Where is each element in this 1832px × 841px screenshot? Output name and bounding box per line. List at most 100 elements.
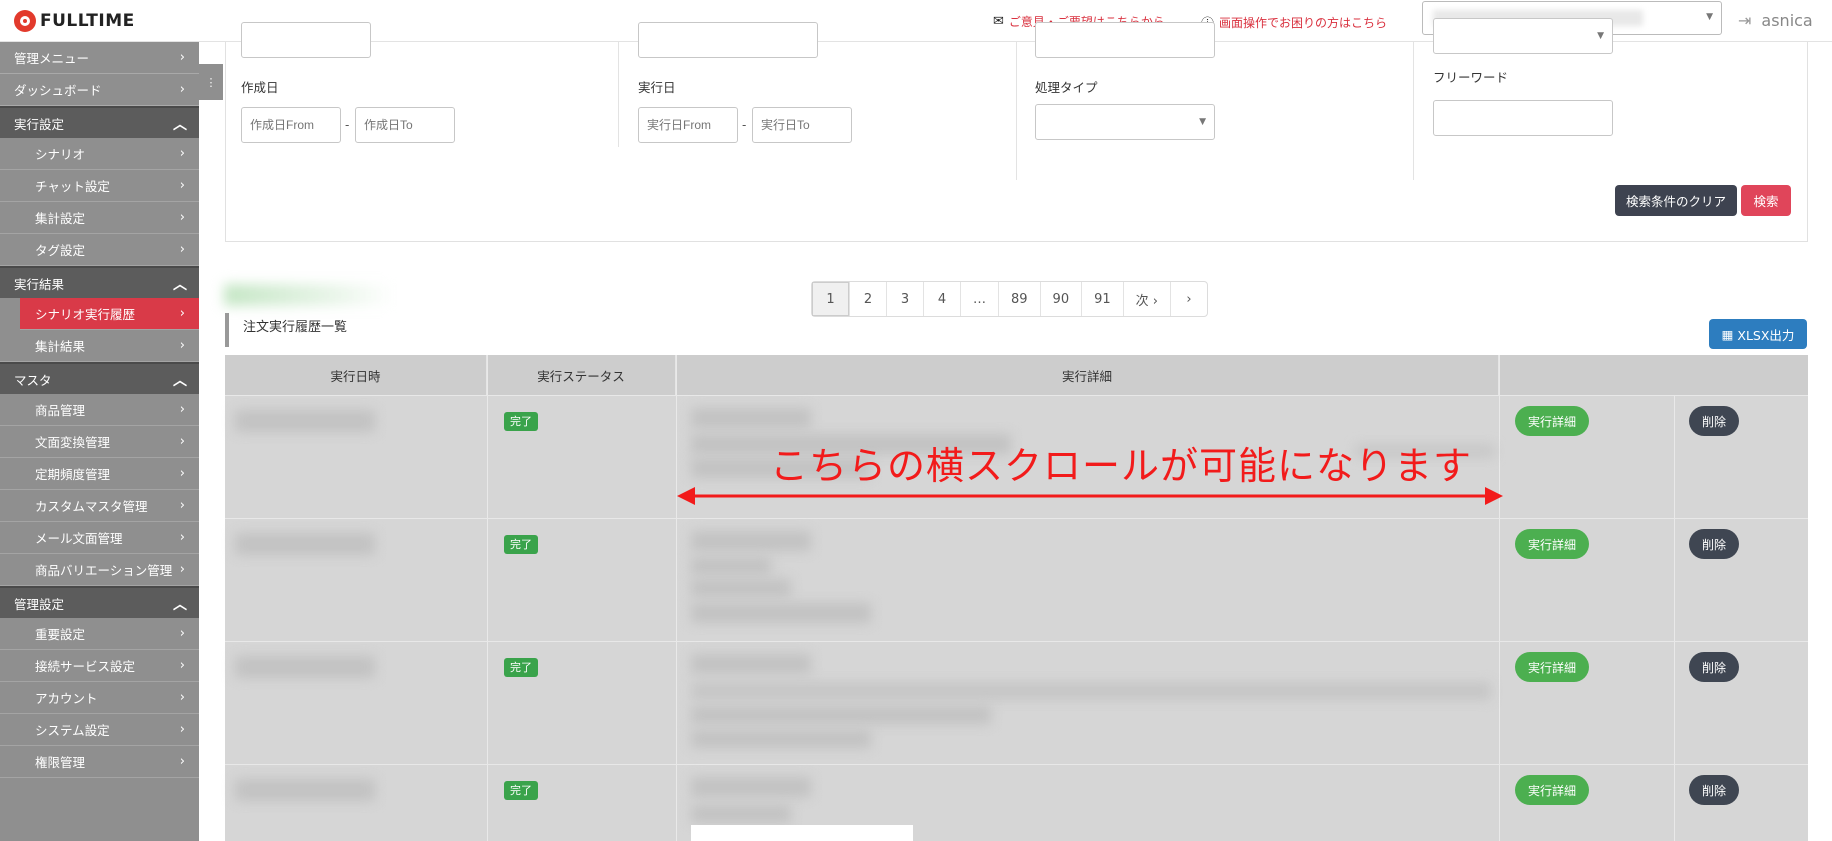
filter-column-divider [618, 42, 619, 147]
sidebar-item-mail-text[interactable]: メール文面管理 › [0, 522, 199, 554]
executed-at-blurred [235, 656, 375, 678]
help-link[interactable]: ⓘ 画面操作でお困りの方はこちら [1201, 13, 1387, 32]
horizontal-scroll-arrow-icon [677, 487, 1503, 505]
result-count-blurred [224, 284, 394, 306]
page-ellipsis: … [960, 282, 998, 316]
process-type-select[interactable]: ▼ [1035, 104, 1215, 140]
created-from-input[interactable] [241, 107, 341, 143]
delete-button[interactable]: 削除 [1689, 775, 1739, 805]
sidebar-section-execution-settings[interactable]: 実行設定 ︿ [0, 106, 199, 138]
search-button[interactable]: 検索 [1741, 185, 1791, 216]
sidebar-item-aggregate-settings[interactable]: 集計設定 › [0, 202, 199, 234]
page-next[interactable]: 次 › [1122, 282, 1170, 316]
detail-text-area [691, 825, 913, 841]
sidebar-toggle-handle[interactable]: ⋮ [199, 64, 223, 100]
chevron-right-icon: › [179, 466, 185, 481]
detail-button[interactable]: 実行詳細 [1515, 652, 1589, 682]
detail-button[interactable]: 実行詳細 [1515, 775, 1589, 805]
sidebar-item-scenario[interactable]: シナリオ › [0, 138, 199, 170]
sidebar-item-frequency[interactable]: 定期頻度管理 › [0, 458, 199, 490]
detail-blurred [691, 730, 871, 748]
sidebar-section-admin-settings[interactable]: 管理設定 ︿ [0, 586, 199, 618]
delete-button[interactable]: 削除 [1689, 652, 1739, 682]
sidebar-item-label: 定期頻度管理 [35, 467, 111, 482]
detail-blurred [691, 579, 791, 597]
chevron-down-icon: ▼ [1706, 12, 1713, 22]
sidebar-item-permissions[interactable]: 権限管理 › [0, 746, 199, 778]
chevron-right-icon: › [179, 402, 185, 417]
created-to-input[interactable] [355, 107, 455, 143]
date-range-separator: - [345, 118, 350, 132]
detail-button[interactable]: 実行詳細 [1515, 529, 1589, 559]
chevron-right-icon[interactable]: › [1169, 282, 1207, 316]
executed-from-input[interactable] [638, 107, 738, 143]
table-row: 完了 実行詳細 削除 [225, 764, 1808, 841]
logout-area[interactable]: ⇥ asnica [1738, 11, 1813, 30]
clear-search-button[interactable]: 検索条件のクリア [1615, 185, 1737, 216]
sidebar-item-custom-master[interactable]: カスタムマスタ管理 › [0, 490, 199, 522]
sidebar-item-products[interactable]: 商品管理 › [0, 394, 199, 426]
sidebar-item-system-settings[interactable]: システム設定 › [0, 714, 199, 746]
chevron-up-icon: ︿ [173, 117, 187, 133]
filter-input-partial[interactable] [638, 22, 818, 58]
xlsx-export-label: XLSX出力 [1737, 327, 1795, 343]
chevron-right-icon: › [179, 754, 185, 769]
page-89[interactable]: 89 [998, 282, 1040, 316]
detail-button[interactable]: 実行詳細 [1515, 406, 1589, 436]
table-icon: ▦ [1721, 326, 1734, 342]
process-type-label: 処理タイプ [1035, 80, 1098, 95]
filter-input-partial[interactable] [241, 22, 371, 58]
sidebar-item-aggregate-results[interactable]: 集計結果 › [0, 330, 199, 362]
sidebar-item-label: システム設定 [35, 723, 110, 738]
sidebar-item-connected-services[interactable]: 接続サービス設定 › [0, 650, 199, 682]
sidebar-item-important-settings[interactable]: 重要設定 › [0, 618, 199, 650]
sidebar-section-title: 実行設定 [14, 116, 65, 132]
list-title: 注文実行履歴一覧 [225, 313, 347, 347]
detail-blurred [691, 682, 1491, 700]
column-header-status[interactable]: 実行ステータス [487, 355, 676, 395]
page-1[interactable]: 1 [812, 282, 849, 316]
sidebar-item-product-variation[interactable]: 商品バリエーション管理 › [0, 554, 199, 586]
page-90[interactable]: 90 [1039, 282, 1082, 316]
chevron-right-icon: › [179, 722, 185, 737]
status-badge: 完了 [504, 781, 538, 800]
envelope-icon: ✉ [993, 14, 1004, 29]
help-link-label: 画面操作でお困りの方はこちら [1219, 16, 1388, 30]
freeword-input[interactable] [1433, 100, 1613, 136]
delete-button[interactable]: 削除 [1689, 406, 1739, 436]
page-3[interactable]: 3 [886, 282, 923, 316]
sidebar-item-text-conversion[interactable]: 文面変換管理 › [0, 426, 199, 458]
status-badge: 完了 [504, 412, 538, 431]
sidebar-item-chat-settings[interactable]: チャット設定 › [0, 170, 199, 202]
sidebar-item-label: チャット設定 [35, 179, 110, 194]
column-header-executed-at[interactable]: 実行日時 [225, 355, 487, 395]
executed-to-input[interactable] [752, 107, 852, 143]
page-91[interactable]: 91 [1081, 282, 1123, 316]
status-badge: 完了 [504, 535, 538, 554]
sidebar-item-label: カスタムマスタ管理 [35, 499, 148, 514]
xlsx-export-button[interactable]: ▦ XLSX出力 [1709, 319, 1807, 349]
detail-blurred [691, 654, 811, 674]
filter-input-partial[interactable] [1035, 22, 1215, 58]
sidebar-item-tag-settings[interactable]: タグ設定 › [0, 234, 199, 266]
sidebar-section-title: 実行結果 [14, 276, 65, 292]
sidebar-item-account[interactable]: アカウント › [0, 682, 199, 714]
logout-icon[interactable]: ⇥ [1738, 11, 1751, 30]
delete-button[interactable]: 削除 [1689, 529, 1739, 559]
filter-select-partial[interactable]: ▼ [1433, 18, 1613, 54]
sidebar-section-execution-results[interactable]: 実行結果 ︿ [0, 266, 199, 298]
status-badge: 完了 [504, 658, 538, 677]
sidebar-item-admin-menu[interactable]: 管理メニュー › [0, 42, 199, 74]
chevron-up-icon: ︿ [173, 277, 187, 293]
sidebar-item-dashboard[interactable]: ダッシュボード › [0, 74, 199, 106]
app-logo[interactable]: FULLTIME [14, 10, 135, 32]
sidebar: 管理メニュー › ダッシュボード › 実行設定 ︿ シナリオ › チャット設定 › … [0, 42, 199, 841]
chevron-right-icon: › [179, 50, 185, 65]
page-4[interactable]: 4 [923, 282, 960, 316]
filter-column-divider [1016, 42, 1017, 180]
sidebar-item-scenario-history[interactable]: シナリオ実行履歴 › [20, 298, 199, 330]
chevron-right-icon: › [179, 242, 185, 257]
page-2[interactable]: 2 [849, 282, 886, 316]
sidebar-section-master[interactable]: マスタ ︿ [0, 362, 199, 394]
column-header-detail[interactable]: 実行詳細 [676, 355, 1499, 395]
